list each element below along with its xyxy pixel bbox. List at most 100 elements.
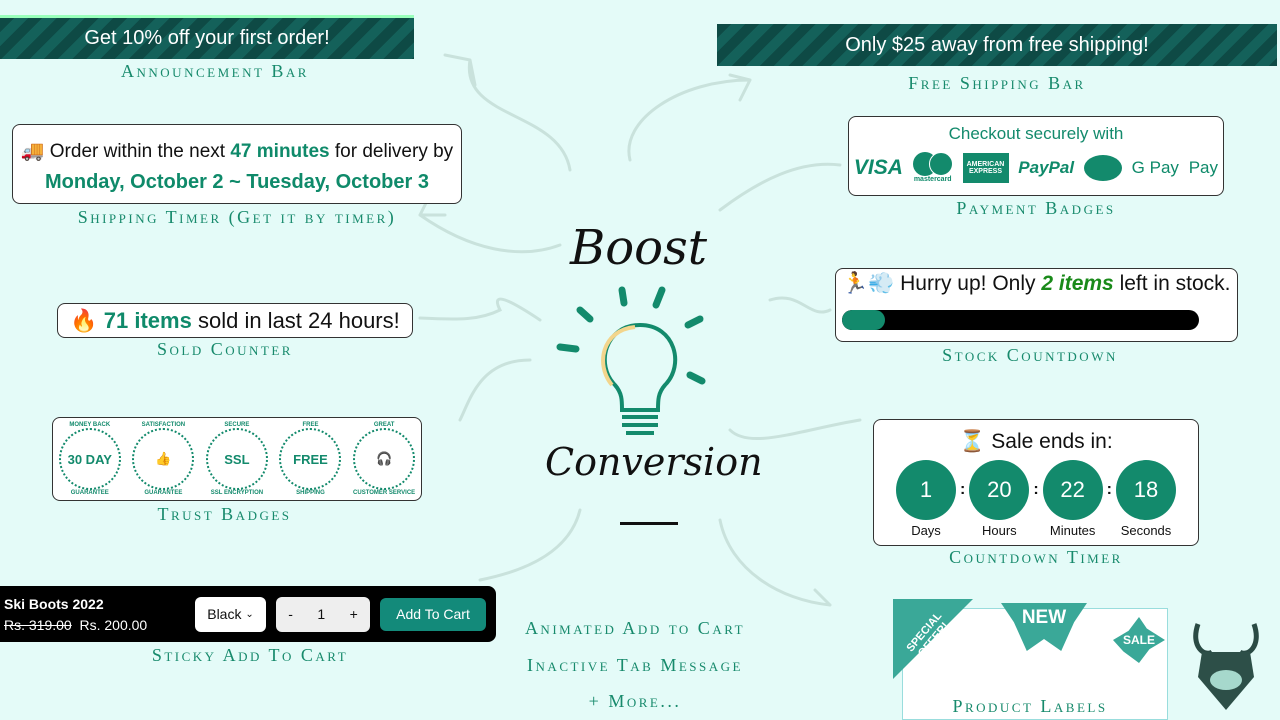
divider	[620, 522, 678, 525]
paypal-icon: PayPal	[1018, 157, 1075, 177]
apple-pay-icon: Pay	[1188, 157, 1218, 177]
badge-seal-icon: 🎧	[353, 428, 416, 490]
trust-badge: SECURE SSL SSL ENCRYPTION	[205, 422, 268, 496]
lightbulb-icon	[556, 286, 706, 435]
price: Rs. 200.00	[79, 616, 148, 633]
badge-bottom-text: CUSTOMER SERVICE	[353, 490, 416, 496]
old-price: Rs. 319.00	[4, 616, 72, 633]
badge-bottom-text: SHIPPING	[296, 490, 325, 496]
countdown-unit: 22 Minutes	[1042, 460, 1103, 538]
stock-progress-fill	[842, 310, 885, 330]
trust-badges: MONEY BACK 30 DAY GUARANTEE SATISFACTION…	[52, 417, 422, 501]
product-name: Ski Boots 2022	[4, 595, 104, 612]
delivery-dates: Monday, October 2 ~ Tuesday, October 3	[45, 171, 429, 193]
countdown-unit-label: Seconds	[1120, 523, 1172, 538]
variant-select[interactable]: Black ⌄	[195, 596, 266, 632]
stock-prefix: Hurry up! Only	[900, 272, 1036, 295]
sticky-cart-caption: Sticky Add To Cart	[151, 645, 349, 665]
badge-center-text: SSL	[224, 451, 250, 467]
feature-inactive-tab: Inactive Tab Message	[527, 655, 743, 675]
countdown-title: ⏳ Sale ends in:	[959, 430, 1113, 453]
countdown-timer: ⏳ Sale ends in: 1 Days:20 Hours:22 Minutes:…	[873, 419, 1199, 546]
countdown-value: 20	[969, 460, 1030, 520]
stock-countdown: 🏃💨 Hurry up! Only 2 items left in stock.	[835, 268, 1238, 342]
countdown-unit-label: Hours	[981, 523, 1017, 538]
sold-count: 71 items	[103, 308, 192, 333]
running-icon: 🏃💨	[842, 272, 895, 295]
badge-seal-icon: 👍	[132, 428, 195, 490]
countdown-unit-label: Minutes	[1049, 523, 1096, 538]
quantity-stepper[interactable]: - 1 +	[276, 596, 370, 632]
shipping-timer: 🚚 Order within the next 47 minutes for d…	[12, 124, 462, 204]
stock-suffix: left in stock.	[1119, 272, 1231, 295]
timer-suffix: for delivery by	[334, 141, 454, 162]
free-shipping-text: Only $25 away from free shipping!	[845, 33, 1149, 56]
stock-progress-bar	[842, 310, 1199, 330]
trust-badge: SATISFACTION 👍 GUARANTEE	[132, 422, 195, 496]
trust-caption: Trust Badges	[157, 504, 292, 524]
badge-center-text: 🎧	[376, 451, 393, 466]
countdown-value: 18	[1115, 460, 1176, 520]
boost-title: Boost	[570, 220, 707, 276]
product-labels-caption: Product Labels	[952, 696, 1108, 716]
badge-bottom-text: SSL ENCRYPTION	[210, 490, 264, 496]
truck-icon: 🚚	[20, 141, 45, 162]
trust-badge: FREE FREE SHIPPING	[279, 422, 342, 496]
badge-bottom-text: GUARANTEE	[70, 490, 109, 496]
timer-prefix: Order within the next	[49, 141, 226, 162]
badge-bottom-text: GUARANTEE	[144, 490, 183, 496]
sold-counter-caption: Sold Counter	[157, 339, 293, 359]
badge-center-text: 30 DAY	[67, 451, 112, 467]
sold-text: sold in last 24 hours!	[197, 308, 400, 333]
feature-animated-cart: Animated Add to Cart	[524, 618, 746, 638]
badge-seal-icon: SSL	[205, 428, 268, 490]
announcement-text: Get 10% off your first order!	[84, 27, 330, 49]
separator: :	[1106, 481, 1112, 498]
free-shipping-bar: Only $25 away from free shipping!	[717, 24, 1277, 66]
feature-more: + More...	[588, 691, 682, 711]
payment-title: Checkout securely with	[948, 124, 1124, 143]
visa-icon: VISA	[853, 155, 903, 179]
badge-center-text: 👍	[155, 451, 172, 466]
fire-icon: 🔥	[70, 308, 98, 333]
variant-value: Black	[207, 606, 242, 622]
countdown-value: 22	[1042, 460, 1103, 520]
amex-icon: AMERICAN EXPRESS	[962, 152, 1009, 183]
conversion-title: Conversion	[545, 440, 763, 484]
bull-logo-icon	[1193, 623, 1259, 710]
countdown-unit: 18 Seconds	[1115, 460, 1176, 538]
stock-count: 2 items	[1041, 272, 1114, 295]
add-to-cart-button[interactable]: Add To Cart	[380, 597, 486, 631]
google-pay-icon: G Pay	[1131, 157, 1179, 177]
free-shipping-caption: Free Shipping Bar	[908, 73, 1086, 93]
countdown-caption: Countdown Timer	[949, 547, 1123, 567]
trust-badge: GREAT 🎧 CUSTOMER SERVICE	[353, 422, 415, 496]
trust-badge: MONEY BACK 30 DAY GUARANTEE	[58, 422, 121, 496]
badge-center-text: FREE	[293, 451, 328, 467]
payment-caption: Payment Badges	[956, 198, 1116, 218]
qty-minus[interactable]: -	[288, 606, 293, 622]
countdown-unit-label: Days	[911, 523, 941, 538]
payment-badges: Checkout securely with VISA mastercard A…	[848, 116, 1224, 196]
badge-seal-icon: FREE	[279, 428, 342, 490]
announcement-bar: Get 10% off your first order!	[0, 15, 414, 59]
announcement-caption: Announcement Bar	[121, 61, 309, 81]
sale-label: SALE	[1113, 617, 1165, 663]
qty-plus[interactable]: +	[350, 606, 358, 622]
chevron-down-icon: ⌄	[245, 608, 254, 620]
boost-conversion-logo: Boost Conversion	[545, 190, 763, 540]
countdown-unit: 20 Hours	[969, 460, 1030, 538]
separator: :	[960, 481, 966, 498]
shipping-timer-caption: Shipping Timer (Get it by timer)	[77, 207, 397, 227]
mastercard-icon: mastercard	[912, 152, 953, 183]
qty-value: 1	[317, 606, 326, 622]
sold-counter: 🔥 71 items sold in last 24 hours!	[57, 303, 413, 338]
badge-seal-icon: 30 DAY	[58, 428, 121, 490]
countdown-unit: 1 Days	[896, 460, 956, 538]
new-label: NEW	[1001, 603, 1087, 651]
sticky-add-to-cart: Ski Boots 2022 Rs. 319.00 Rs. 200.00 Bla…	[0, 586, 496, 642]
separator: :	[1033, 481, 1039, 498]
handshake-icon	[1083, 154, 1122, 181]
timer-minutes: 47 minutes	[230, 141, 330, 162]
countdown-value: 1	[896, 460, 956, 520]
